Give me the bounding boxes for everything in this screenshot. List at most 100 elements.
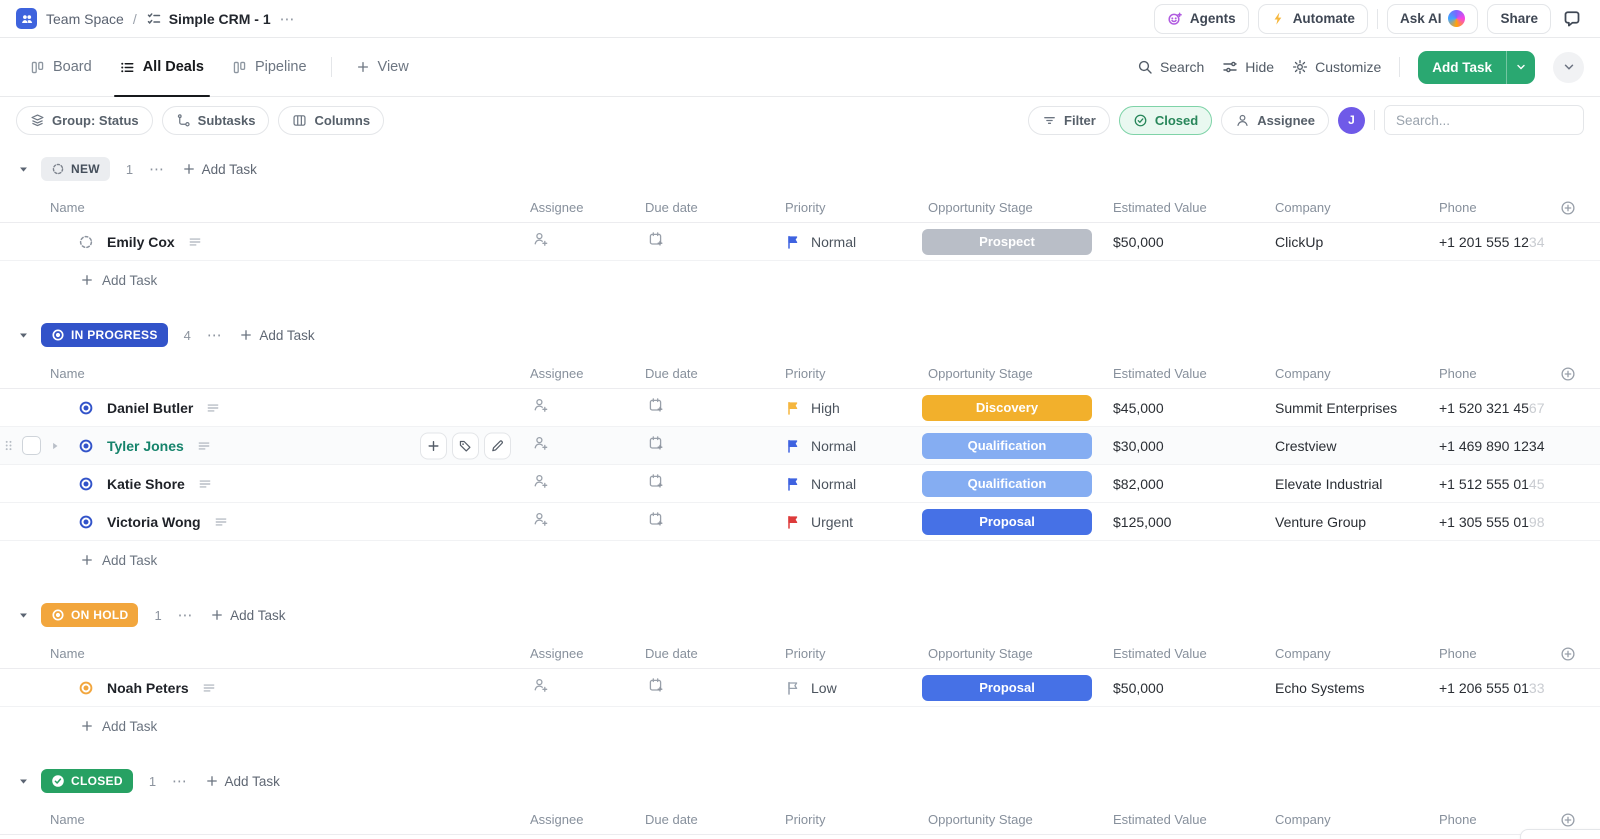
estimated-value-cell[interactable]: $50,000 [1113, 234, 1275, 250]
status-pill-closed[interactable]: CLOSED [41, 769, 133, 793]
group-more-icon[interactable]: ⋯ [178, 606, 195, 624]
company-cell[interactable]: ClickUp [1275, 234, 1439, 250]
due-date-add-icon[interactable] [648, 473, 664, 489]
column-header-phone[interactable]: Phone [1439, 646, 1554, 661]
group-add-task-button[interactable]: Add Task [210, 608, 285, 623]
phone-cell[interactable]: +1 305 555 0198 [1439, 514, 1554, 530]
task-search-input[interactable] [1384, 105, 1584, 135]
estimated-value-cell[interactable]: $125,000 [1113, 514, 1275, 530]
priority-cell[interactable]: Normal [785, 234, 928, 250]
column-header-company[interactable]: Company [1275, 812, 1439, 827]
description-icon[interactable] [197, 439, 211, 453]
column-header-due-date[interactable]: Due date [645, 366, 785, 381]
description-icon[interactable] [188, 235, 202, 249]
assignee-add-icon[interactable] [533, 435, 549, 451]
collapse-caret-icon[interactable] [18, 164, 29, 175]
assignee-add-icon[interactable] [533, 511, 549, 527]
breadcrumb-space[interactable]: Team Space [46, 11, 124, 27]
column-header-estimated-value[interactable]: Estimated Value [1113, 812, 1275, 827]
team-space-icon[interactable] [16, 8, 37, 29]
column-header-due-date[interactable]: Due date [645, 646, 785, 661]
company-cell[interactable]: Elevate Industrial [1275, 476, 1439, 492]
company-cell[interactable]: Summit Enterprises [1275, 400, 1439, 416]
tab-board[interactable]: Board [16, 38, 106, 96]
add-view-button[interactable]: View [342, 38, 423, 96]
description-icon[interactable] [202, 681, 216, 695]
stage-badge[interactable]: Proposal [922, 508, 1092, 535]
add-column-icon[interactable] [1560, 646, 1576, 662]
subtasks-pill[interactable]: Subtasks [161, 105, 270, 135]
column-header-opportunity-stage[interactable]: Opportunity Stage [928, 200, 1113, 215]
estimated-value-cell[interactable]: $82,000 [1113, 476, 1275, 492]
assignee-add-icon[interactable] [533, 473, 549, 489]
phone-cell[interactable]: +1 201 555 1234 [1439, 234, 1554, 250]
breadcrumb-view[interactable]: Simple CRM - 1 [146, 11, 271, 27]
task-name[interactable]: Daniel Butler [107, 400, 193, 416]
stage-badge[interactable]: Discovery [922, 394, 1092, 421]
company-cell[interactable]: Crestview [1275, 438, 1439, 454]
company-cell[interactable]: Echo Systems [1275, 680, 1439, 696]
description-icon[interactable] [206, 401, 220, 415]
priority-cell[interactable]: Low [785, 680, 928, 696]
column-header-priority[interactable]: Priority [785, 812, 928, 827]
column-header-company[interactable]: Company [1275, 366, 1439, 381]
task-name[interactable]: Emily Cox [107, 234, 175, 250]
rename-button[interactable] [484, 432, 511, 459]
phone-cell[interactable]: +1 206 555 0133 [1439, 680, 1554, 696]
column-header-name[interactable]: Name [0, 646, 522, 661]
estimated-value-cell[interactable]: $30,000 [1113, 438, 1275, 454]
description-icon[interactable] [198, 477, 212, 491]
hide-button[interactable]: Hide [1222, 59, 1274, 75]
column-header-opportunity-stage[interactable]: Opportunity Stage [928, 366, 1113, 381]
task-name[interactable]: Noah Peters [107, 680, 189, 696]
collapse-header-button[interactable] [1553, 51, 1584, 83]
column-header-estimated-value[interactable]: Estimated Value [1113, 646, 1275, 661]
task-name[interactable]: Victoria Wong [107, 514, 201, 530]
assignee-add-icon[interactable] [533, 231, 549, 247]
stage-badge[interactable]: Prospect [922, 228, 1092, 255]
due-date-add-icon[interactable] [648, 435, 664, 451]
column-header-name[interactable]: Name [0, 812, 522, 827]
stage-badge[interactable]: Qualification [922, 470, 1092, 497]
task-status-icon[interactable] [78, 476, 94, 492]
priority-cell[interactable]: High [785, 400, 928, 416]
group-add-task-button[interactable]: Add Task [205, 774, 280, 789]
group-by-pill[interactable]: Group: Status [16, 105, 153, 135]
tag-button[interactable] [452, 432, 479, 459]
stage-badge[interactable]: Proposal [922, 674, 1092, 701]
agents-button[interactable]: Agents [1153, 3, 1249, 34]
status-pill-in-progress[interactable]: IN PROGRESS [41, 323, 168, 347]
group-footer-add-task[interactable]: Add Task [0, 541, 1600, 579]
automate-button[interactable]: Automate [1257, 3, 1368, 34]
priority-cell[interactable]: Normal [785, 476, 928, 492]
column-header-company[interactable]: Company [1275, 200, 1439, 215]
add-column-icon[interactable] [1560, 200, 1576, 216]
task-name[interactable]: Katie Shore [107, 476, 185, 492]
column-header-phone[interactable]: Phone [1439, 366, 1554, 381]
group-more-icon[interactable]: ⋯ [172, 772, 189, 790]
estimated-value-cell[interactable]: $45,000 [1113, 400, 1275, 416]
task-name[interactable]: Tyler Jones [107, 438, 184, 454]
column-header-priority[interactable]: Priority [785, 646, 928, 661]
column-header-opportunity-stage[interactable]: Opportunity Stage [928, 646, 1113, 661]
task-status-icon[interactable] [78, 438, 94, 454]
share-button[interactable]: Share [1487, 3, 1551, 34]
column-header-assignee[interactable]: Assignee [522, 366, 645, 381]
group-more-icon[interactable]: ⋯ [149, 160, 166, 178]
due-date-add-icon[interactable] [648, 677, 664, 693]
expand-caret-icon[interactable] [50, 441, 60, 451]
quick-add-button[interactable] [420, 432, 447, 459]
column-header-opportunity-stage[interactable]: Opportunity Stage [928, 812, 1113, 827]
status-pill-new[interactable]: NEW [41, 157, 110, 181]
add-task-button[interactable]: Add Task [1418, 50, 1506, 84]
comments-bubble-icon[interactable] [1560, 7, 1584, 31]
tab-pipeline[interactable]: Pipeline [218, 38, 321, 96]
estimated-value-cell[interactable]: $50,000 [1113, 680, 1275, 696]
assignee-pill[interactable]: Assignee [1221, 105, 1329, 135]
column-header-phone[interactable]: Phone [1439, 812, 1554, 827]
task-status-icon[interactable] [78, 234, 94, 250]
column-header-priority[interactable]: Priority [785, 200, 928, 215]
column-header-phone[interactable]: Phone [1439, 200, 1554, 215]
ask-ai-button[interactable]: Ask AI [1386, 3, 1479, 34]
task-status-icon[interactable] [78, 514, 94, 530]
